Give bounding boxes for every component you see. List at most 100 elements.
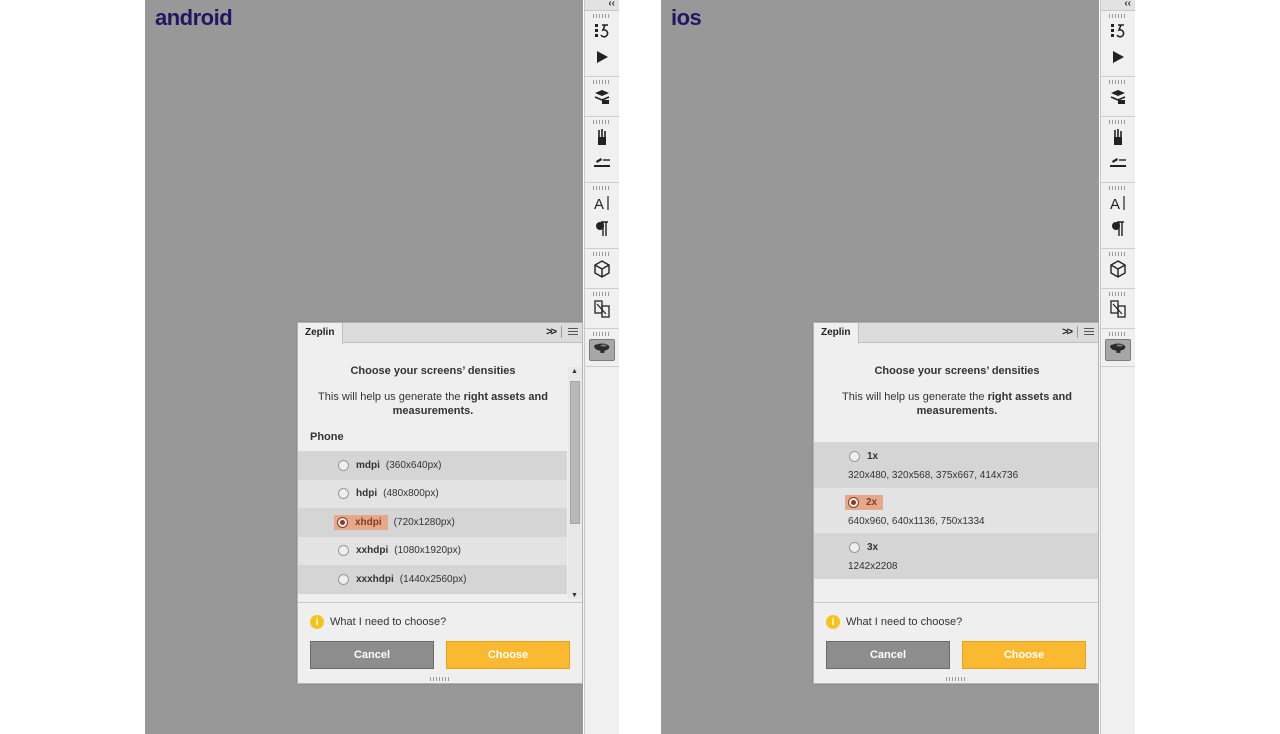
- device-preview-button[interactable]: [590, 299, 614, 323]
- resize-grip[interactable]: [430, 677, 450, 681]
- collapse-dock-icon[interactable]: ‹‹: [1124, 0, 1131, 9]
- group-grip[interactable]: [593, 186, 611, 190]
- density-option-xhdpi[interactable]: xhdpi (720x1280px): [298, 508, 567, 537]
- density-name: xxxhdpi: [356, 573, 394, 585]
- group-grip[interactable]: [593, 120, 611, 124]
- density-option-2x[interactable]: 2x 640x960, 640x1136, 750x1334: [814, 487, 1098, 533]
- panel-tab-zeplin[interactable]: Zeplin: [814, 323, 860, 344]
- density-option-xxxhdpi[interactable]: xxxhdpi (1440x2560px): [298, 565, 567, 594]
- zeplin-icon: [593, 339, 611, 361]
- layer-comps-icon: [593, 88, 611, 110]
- help-link[interactable]: i What I need to choose?: [826, 615, 962, 629]
- dialog-description: This will help us generate the right ass…: [314, 390, 552, 418]
- brushes-icon: [1109, 128, 1127, 150]
- radio-button[interactable]: [338, 573, 349, 585]
- collapse-dock-icon[interactable]: ‹‹: [608, 0, 615, 9]
- density-size: (480x800px): [383, 488, 439, 500]
- 3d-cube-button[interactable]: [590, 259, 614, 283]
- panel-menu-icon[interactable]: [1084, 328, 1094, 336]
- zeplin-button[interactable]: [589, 339, 615, 361]
- scroll-up-arrow-icon[interactable]: ▲: [571, 368, 578, 375]
- group-grip[interactable]: [1109, 120, 1127, 124]
- help-link[interactable]: i What I need to choose?: [310, 615, 446, 629]
- choose-button[interactable]: Choose: [962, 641, 1086, 669]
- paragraph-icon: [1109, 220, 1127, 242]
- cancel-button[interactable]: Cancel: [826, 641, 950, 669]
- brush-settings-button[interactable]: [590, 153, 614, 177]
- cancel-button[interactable]: Cancel: [310, 641, 434, 669]
- resize-grip[interactable]: [946, 677, 966, 681]
- radio-button-selected[interactable]: [337, 516, 348, 528]
- character-icon: A: [593, 194, 611, 216]
- radio-button[interactable]: [849, 542, 860, 553]
- panel-tab-zeplin[interactable]: Zeplin: [298, 323, 344, 344]
- choose-button[interactable]: Choose: [446, 641, 570, 669]
- density-option-xxhdpi[interactable]: xxhdpi (1080x1920px): [298, 536, 567, 565]
- brushes-button[interactable]: [1106, 127, 1130, 151]
- group-grip[interactable]: [1109, 252, 1127, 256]
- density-name: mdpi: [356, 459, 380, 471]
- density-option-hdpi[interactable]: hdpi (480x800px): [298, 479, 567, 508]
- group-grip[interactable]: [593, 292, 611, 296]
- density-name: xhdpi: [355, 516, 382, 528]
- panel-menu-icon[interactable]: [568, 328, 578, 336]
- divider: [814, 602, 1098, 603]
- zeplin-button[interactable]: [1105, 339, 1131, 361]
- 3d-cube-button[interactable]: [1106, 259, 1130, 283]
- toolbar-group: [1101, 117, 1135, 183]
- group-grip[interactable]: [1109, 292, 1127, 296]
- vertical-scrollbar[interactable]: ▲ ▼: [568, 367, 582, 599]
- density-option-1x[interactable]: 1x 320x480, 320x568, 375x667, 414x736: [814, 442, 1098, 488]
- layer-comps-button[interactable]: [1106, 87, 1130, 111]
- radio-button[interactable]: [338, 545, 349, 557]
- brush-settings-button[interactable]: [1106, 153, 1130, 177]
- 3d-cube-icon: [593, 260, 611, 282]
- group-grip[interactable]: [1109, 80, 1127, 84]
- radio-button-selected[interactable]: [848, 496, 859, 508]
- divider: [561, 326, 562, 338]
- brushes-button[interactable]: [590, 127, 614, 151]
- collapse-panel-icon[interactable]: >>: [546, 326, 557, 338]
- group-grip[interactable]: [593, 332, 611, 336]
- layer-comps-button[interactable]: [590, 87, 614, 111]
- scrollbar-thumb[interactable]: [570, 381, 580, 524]
- history-button[interactable]: [590, 21, 614, 45]
- density-option-3x[interactable]: 3x 1242x2208: [814, 533, 1098, 579]
- paragraph-icon: [593, 220, 611, 242]
- radio-button[interactable]: [338, 488, 349, 500]
- density-list: mdpi (360x640px) hdpi (480x800px) xhdpi (72…: [298, 451, 567, 594]
- dialog-title: Choose your screens’ densities: [874, 365, 1040, 377]
- brush-settings-icon: [593, 154, 611, 176]
- group-grip[interactable]: [1109, 14, 1127, 18]
- group-grip[interactable]: [593, 80, 611, 84]
- dialog-description: This will help us generate the right ass…: [838, 390, 1076, 418]
- character-button[interactable]: A: [1106, 193, 1130, 217]
- density-size: (1440x2560px): [399, 573, 467, 585]
- density-size: (1080x1920px): [394, 545, 461, 557]
- radio-button[interactable]: [338, 459, 349, 471]
- divider: [1077, 326, 1078, 338]
- history-icon: [1109, 22, 1127, 44]
- group-grip[interactable]: [1109, 186, 1127, 190]
- character-icon: A: [1109, 194, 1127, 216]
- group-grip[interactable]: [1109, 332, 1127, 336]
- paragraph-button[interactable]: [590, 219, 614, 243]
- density-option-mdpi[interactable]: mdpi (360x640px): [298, 451, 567, 480]
- density-sizes: 1242x2208: [848, 561, 898, 572]
- group-grip[interactable]: [593, 14, 611, 18]
- history-button[interactable]: [1106, 21, 1130, 45]
- character-button[interactable]: A: [590, 193, 614, 217]
- paragraph-button[interactable]: [1106, 219, 1130, 243]
- group-grip[interactable]: [593, 252, 611, 256]
- scroll-down-arrow-icon[interactable]: ▼: [571, 592, 578, 599]
- radio-button[interactable]: [849, 451, 860, 462]
- density-name: hdpi: [356, 488, 378, 500]
- collapse-panel-icon[interactable]: >>: [1062, 326, 1073, 338]
- info-icon: i: [310, 615, 324, 629]
- panel-header: Zeplin >>: [814, 323, 1098, 344]
- density-sizes: 320x480, 320x568, 375x667, 414x736: [848, 470, 1019, 481]
- play-button[interactable]: [1106, 47, 1130, 71]
- device-preview-button[interactable]: [1106, 299, 1130, 323]
- panel-header: Zeplin >>: [298, 323, 582, 344]
- play-button[interactable]: [590, 47, 614, 71]
